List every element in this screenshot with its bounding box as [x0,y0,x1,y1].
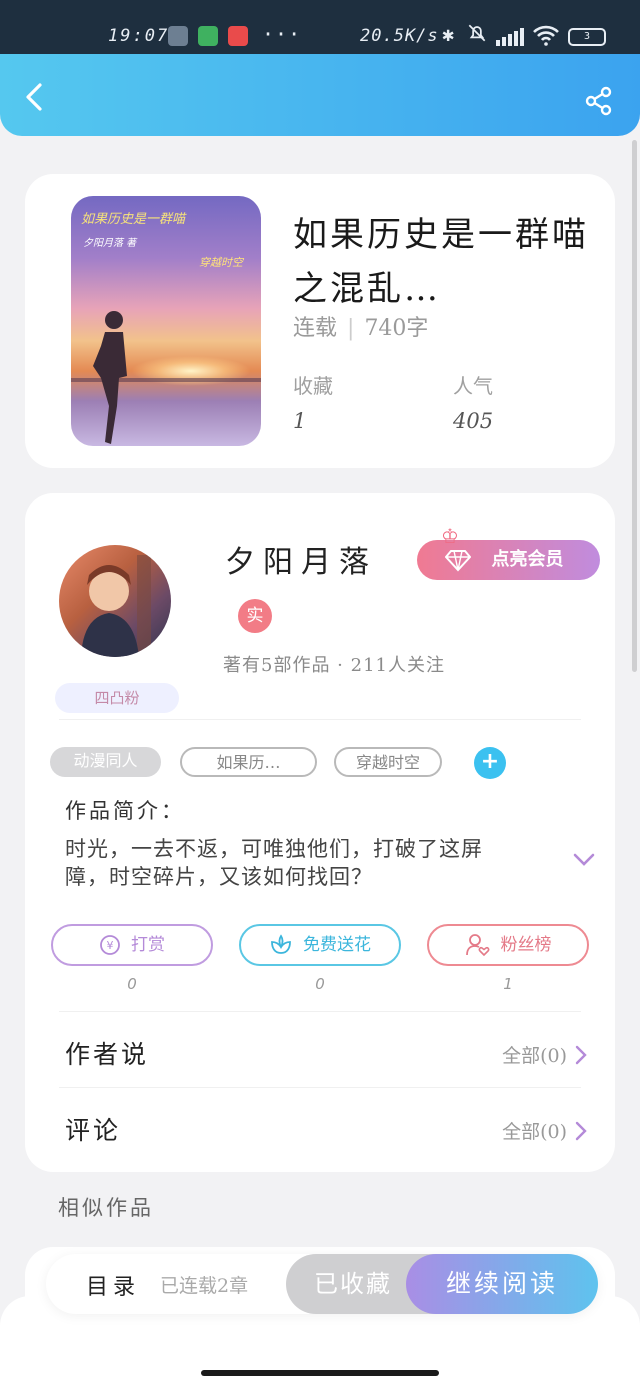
author-info-card: 四凸粉 夕阳月落 ♔ 点亮会员 实 著有5部作品 · 211人关注 动漫同人 如… [25,493,615,1172]
signal-icon [496,28,524,46]
network-speed: 20.5K/s [360,26,439,46]
flower-count: 0 [315,975,325,993]
free-flower-button[interactable]: 免费送花 [239,924,401,966]
book-status: 连载 [293,316,338,341]
author-says-label: 作者说 [65,1040,150,1069]
add-tag-button[interactable]: + [474,747,506,779]
divider [59,1011,581,1012]
cover-author-text: 夕阳月落 著 [83,238,137,249]
flower-icon [271,934,291,954]
battery-icon: 3 [568,28,606,46]
top-header [0,54,640,136]
wifi-icon [533,25,559,46]
home-indicator[interactable] [201,1370,439,1376]
yen-icon: ¥ [100,935,120,955]
fan-ranking-icon [465,934,489,957]
fan-ranking-count: 1 [503,975,513,993]
share-icon[interactable] [584,86,614,116]
status-time: 19:07 [108,26,170,46]
free-flower-label: 免费送花 [303,935,371,955]
bottom-action-bar: 目录 已连载2章 已收藏 继续阅读 [46,1254,598,1314]
light-up-vip-button[interactable]: ♔ 点亮会员 [417,524,600,580]
divider [59,1087,581,1088]
back-arrow-icon[interactable] [22,82,48,112]
reward-label: 打赏 [131,935,165,955]
favorites-label: 收藏 [293,374,333,398]
cover-runner-silhouette [93,311,127,444]
intro-label: 作品简介： [65,799,185,823]
comments-count: 全部(0) [502,1121,567,1143]
popularity-value: 405 [453,409,494,433]
tag-item[interactable]: 穿越时空 [334,747,442,777]
fan-level-badge: 四凸粉 [55,683,179,713]
reward-button[interactable]: ¥ 打赏 [51,924,213,966]
meta-separator: | [347,316,355,341]
divider [59,719,581,720]
intro-text: 时光，一去不返，可唯独他们，打破了这屏障，时空碎片，又该如何找回？ [65,837,483,889]
chevron-right-icon [575,1045,587,1065]
serialized-chapters[interactable]: 已连载2章 [160,1271,248,1298]
status-bar: 19:07 ··· 20.5K/s ✱ 3 [0,0,640,54]
fan-ranking-button[interactable]: 粉丝榜 [427,924,589,966]
chevron-down-icon[interactable] [573,853,595,867]
author-name[interactable]: 夕阳月落 [225,537,377,581]
bluetooth-icon: ✱ [442,22,455,46]
favorites-value: 1 [293,409,307,433]
comments-label: 评论 [65,1116,122,1145]
author-says-count: 全部(0) [502,1045,567,1067]
tag-item[interactable]: 如果历… [180,747,317,777]
book-meta: 连载 | 740字 [293,310,428,342]
table-of-contents-button[interactable]: 目录 [86,1269,140,1301]
reward-count: 0 [127,975,137,993]
book-info-card: 如果历史是一群喵 夕阳月落 著 穿越时空 如果历史是一群喵之混乱… 连载 | 740… [25,174,615,468]
svg-text:¥: ¥ [107,939,114,952]
book-word-count: 740字 [364,316,429,341]
vip-button-label: 点亮会员 [491,549,564,570]
cover-title-text: 如果历史是一群喵 [81,212,186,227]
popularity-label: 人气 [453,374,493,398]
popularity-stat: 人气 405 [453,370,493,433]
cover-tag-text: 穿越时空 [199,256,243,269]
continue-reading-button[interactable]: 继续阅读 [406,1254,598,1314]
settings-notification-icon [168,26,188,46]
fan-ranking-label: 粉丝榜 [500,935,552,955]
verified-real-name-badge: 实 [238,599,272,633]
more-notifications-icon: ··· [262,22,302,46]
author-stats: 著有5部作品 · 211人关注 [223,655,445,676]
diamond-icon [445,550,471,572]
book-cover-image[interactable]: 如果历史是一群喵 夕阳月落 著 穿越时空 [71,196,261,446]
similar-works-heading: 相似作品 [58,1196,154,1220]
author-avatar[interactable] [59,545,171,657]
chevron-right-icon [575,1121,587,1141]
shield-notification-icon [198,26,218,46]
mute-bell-icon [468,24,486,42]
book-title: 如果历史是一群喵之混乱… [293,215,589,309]
app-notification-icon [228,26,248,46]
tag-item[interactable]: 动漫同人 [50,747,161,777]
favorites-stat: 收藏 1 [293,370,333,433]
avatar-figure-icon [81,555,151,657]
scrollbar[interactable] [632,140,637,672]
